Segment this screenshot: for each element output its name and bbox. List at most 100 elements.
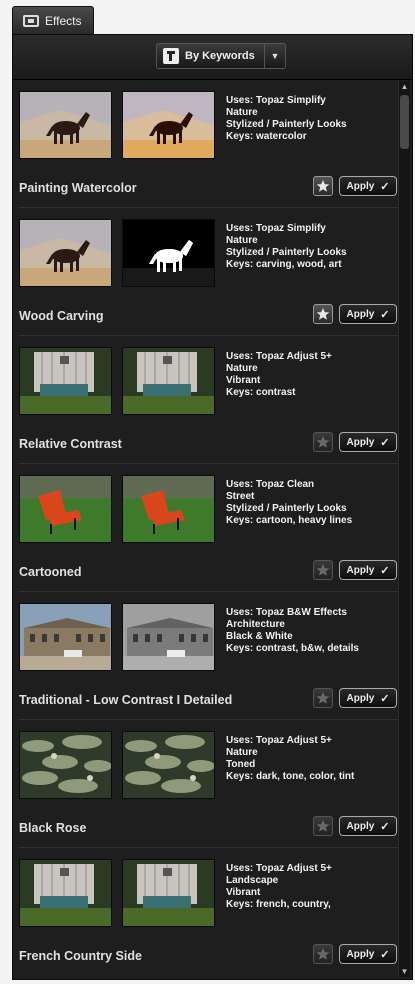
effect-title: Black Rose xyxy=(19,821,87,835)
effect-style: Toned xyxy=(226,759,256,770)
apply-button[interactable]: Apply ✓ xyxy=(339,944,397,964)
effect-title: French Country Side xyxy=(19,949,142,963)
scroll-up-arrow-icon[interactable]: ▲ xyxy=(399,81,410,92)
star-icon xyxy=(316,563,330,577)
effect-category: Nature xyxy=(226,107,258,118)
before-thumbnail xyxy=(19,859,112,927)
divider xyxy=(19,335,399,336)
favorite-button[interactable] xyxy=(313,304,333,324)
effect-keys: Keys: cartoon, heavy lines xyxy=(226,515,353,526)
effect-meta: Uses: Topaz B&W Effects Architecture Bla… xyxy=(226,607,396,655)
after-thumbnail xyxy=(122,859,215,927)
effect-style: Stylized / Painterly Looks xyxy=(226,247,347,258)
effects-list: Uses: Topaz Simplify Nature Stylized / P… xyxy=(19,85,399,975)
before-thumbnail xyxy=(19,475,112,543)
effect-item[interactable]: Uses: Topaz Simplify Nature Stylized / P… xyxy=(19,85,399,213)
apply-button-label: Apply xyxy=(346,180,375,192)
after-thumbnail xyxy=(122,603,215,671)
divider xyxy=(19,719,399,720)
effect-category: Street xyxy=(226,491,255,502)
effect-item[interactable]: Uses: Topaz B&W Effects Architecture Bla… xyxy=(19,597,399,725)
effect-keys: Keys: french, country, xyxy=(226,899,331,910)
effect-item[interactable]: Uses: Topaz Adjust 5+ Nature Toned Keys:… xyxy=(19,725,399,853)
apply-button-label: Apply xyxy=(346,436,375,448)
effect-style: Stylized / Painterly Looks xyxy=(226,503,347,514)
effect-category: Nature xyxy=(226,235,258,246)
after-thumbnail xyxy=(122,219,215,287)
scrollbar-thumb[interactable] xyxy=(400,95,409,149)
effect-style: Vibrant xyxy=(226,887,261,898)
effect-category: Architecture xyxy=(226,619,285,630)
checkmark-icon: ✓ xyxy=(380,820,390,833)
effect-uses: Uses: Topaz Adjust 5+ xyxy=(226,863,332,874)
apply-button[interactable]: Apply ✓ xyxy=(339,688,397,708)
effect-meta: Uses: Topaz Clean Street Stylized / Pain… xyxy=(226,479,396,527)
effect-keys: Keys: contrast xyxy=(226,387,296,398)
scroll-down-arrow-icon[interactable]: ▼ xyxy=(399,966,410,977)
apply-button-label: Apply xyxy=(346,820,375,832)
apply-button[interactable]: Apply ✓ xyxy=(339,176,397,196)
favorite-button[interactable] xyxy=(313,944,333,964)
effect-meta: Uses: Topaz Simplify Nature Stylized / P… xyxy=(226,95,396,143)
star-icon xyxy=(316,691,330,705)
divider xyxy=(19,207,399,208)
panel-header: By Keywords ▼ xyxy=(13,35,412,80)
apply-button-label: Apply xyxy=(346,308,375,320)
favorite-button[interactable] xyxy=(313,176,333,196)
apply-button[interactable]: Apply ✓ xyxy=(339,560,397,580)
scrollbar[interactable]: ▲ ▼ xyxy=(398,81,410,977)
divider xyxy=(19,591,399,592)
checkmark-icon: ✓ xyxy=(380,436,390,449)
after-thumbnail xyxy=(122,475,215,543)
checkmark-icon: ✓ xyxy=(380,948,390,961)
chevron-down-icon[interactable]: ▼ xyxy=(264,44,285,68)
before-thumbnail xyxy=(19,347,112,415)
apply-button[interactable]: Apply ✓ xyxy=(339,304,397,324)
effect-uses: Uses: Topaz Clean xyxy=(226,479,315,490)
favorite-button[interactable] xyxy=(313,560,333,580)
effect-item[interactable]: Uses: Topaz Adjust 5+ Landscape Vibrant … xyxy=(19,853,399,975)
before-thumbnail xyxy=(19,219,112,287)
divider xyxy=(19,847,399,848)
apply-button-label: Apply xyxy=(346,564,375,576)
effect-uses: Uses: Topaz Adjust 5+ xyxy=(226,351,332,362)
star-icon xyxy=(316,435,330,449)
after-thumbnail xyxy=(122,347,215,415)
star-icon xyxy=(316,819,330,833)
effect-keys: Keys: dark, tone, color, tint xyxy=(226,771,355,782)
effect-item[interactable]: Uses: Topaz Clean Street Stylized / Pain… xyxy=(19,469,399,597)
effect-title: Painting Watercolor xyxy=(19,181,137,195)
effect-item[interactable]: Uses: Topaz Simplify Nature Stylized / P… xyxy=(19,213,399,341)
star-icon xyxy=(316,307,330,321)
effect-uses: Uses: Topaz Adjust 5+ xyxy=(226,735,332,746)
effect-meta: Uses: Topaz Simplify Nature Stylized / P… xyxy=(226,223,396,271)
star-icon xyxy=(316,179,330,193)
apply-button-label: Apply xyxy=(346,948,375,960)
effect-title: Cartooned xyxy=(19,565,82,579)
effect-style: Black & White xyxy=(226,631,293,642)
effect-category: Landscape xyxy=(226,875,279,886)
effect-title: Wood Carving xyxy=(19,309,104,323)
favorite-button[interactable] xyxy=(313,432,333,452)
effect-category: Nature xyxy=(226,747,258,758)
effect-meta: Uses: Topaz Adjust 5+ Nature Vibrant Key… xyxy=(226,351,396,399)
apply-button[interactable]: Apply ✓ xyxy=(339,432,397,452)
checkmark-icon: ✓ xyxy=(380,180,390,193)
favorite-button[interactable] xyxy=(313,688,333,708)
apply-button-label: Apply xyxy=(346,692,375,704)
tab-effects-label: Effects xyxy=(45,13,82,28)
before-thumbnail xyxy=(19,603,112,671)
checkmark-icon: ✓ xyxy=(380,308,390,321)
effect-item[interactable]: Uses: Topaz Adjust 5+ Nature Vibrant Key… xyxy=(19,341,399,469)
effect-keys: Keys: watercolor xyxy=(226,131,307,142)
filter-dropdown-label: By Keywords xyxy=(185,50,255,62)
apply-button[interactable]: Apply ✓ xyxy=(339,816,397,836)
favorite-button[interactable] xyxy=(313,816,333,836)
divider xyxy=(19,463,399,464)
effect-keys: Keys: carving, wood, art xyxy=(226,259,342,270)
effect-title: Traditional - Low Contrast I Detailed xyxy=(19,693,233,707)
tab-effects[interactable]: Effects xyxy=(12,6,94,34)
checkmark-icon: ✓ xyxy=(380,692,390,705)
filter-dropdown[interactable]: By Keywords ▼ xyxy=(156,43,286,69)
effect-title: Relative Contrast xyxy=(19,437,122,451)
